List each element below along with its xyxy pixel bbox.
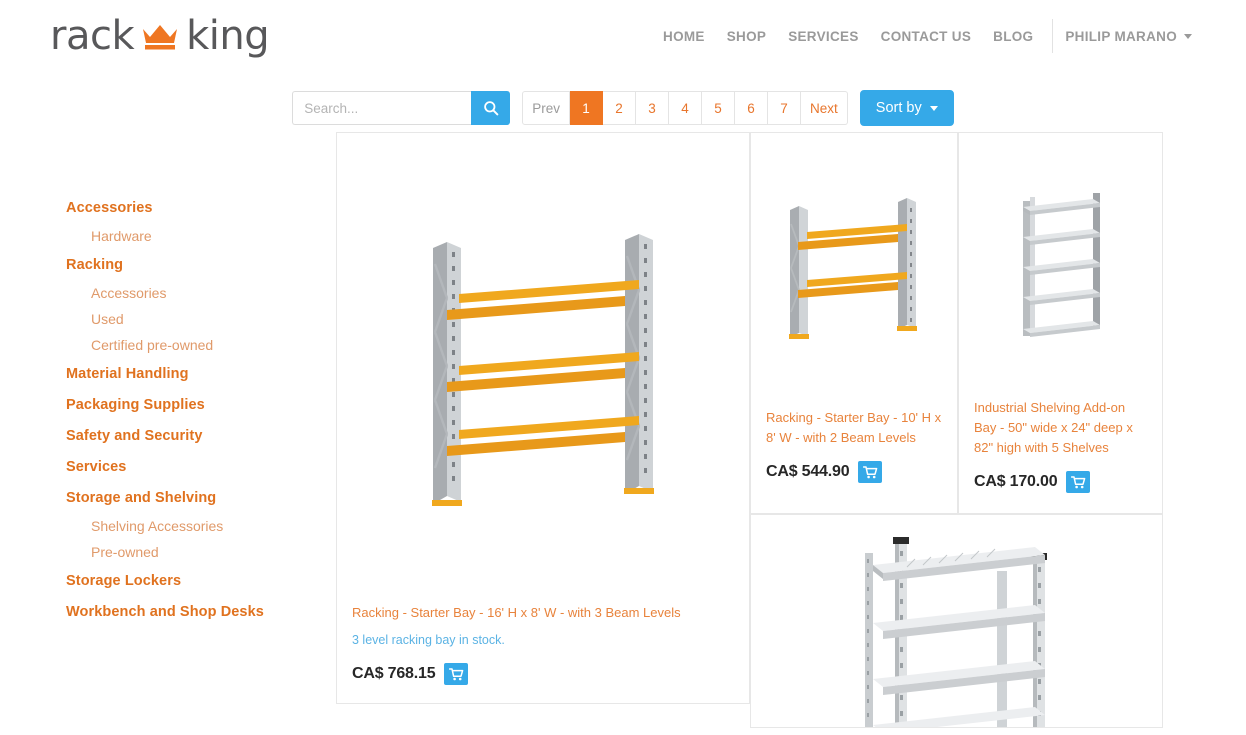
product-title[interactable]: Racking - Starter Bay - 16' H x 8' W - w… (352, 603, 734, 623)
site-logo[interactable]: rack king (50, 13, 270, 59)
nav-item-blog[interactable]: BLOG (982, 21, 1044, 52)
product-image-industrial-shelving-5-shelves[interactable] (959, 133, 1162, 398)
logo-word-rack: rack (50, 13, 135, 59)
sidebar-item-racking-used[interactable]: Used (66, 306, 336, 332)
product-title[interactable]: Racking - Starter Bay - 10' H x 8' W - w… (766, 408, 942, 448)
product-image-pallet-racking-3-levels[interactable] (337, 133, 749, 603)
product-image-pallet-racking-2-levels[interactable] (751, 133, 957, 408)
logo-word-king: king (186, 13, 270, 59)
search-icon (483, 101, 499, 116)
pagination-prev[interactable]: Prev (522, 91, 571, 125)
site-header: rack king HOME SHOP SERVICES CONTACT US … (0, 0, 1246, 72)
pagination-page-6[interactable]: 6 (735, 91, 769, 125)
product-info: Racking - Starter Bay - 16' H x 8' W - w… (337, 603, 749, 650)
sort-by-button[interactable]: Sort by (859, 90, 954, 126)
search-group (292, 91, 511, 125)
add-to-cart-button[interactable] (1066, 471, 1091, 493)
cart-icon (448, 667, 464, 680)
product-info: Industrial Shelving Add-on Bay - 50" wid… (959, 398, 1162, 458)
product-title[interactable]: Industrial Shelving Add-on Bay - 50" wid… (974, 398, 1147, 458)
pagination-next[interactable]: Next (801, 91, 848, 125)
shop-toolbar: Prev 1 2 3 4 5 6 7 Next Sort by (0, 84, 1246, 132)
pagination: Prev 1 2 3 4 5 6 7 Next (522, 91, 848, 125)
nav-item-services[interactable]: SERVICES (777, 21, 869, 52)
search-button[interactable] (471, 91, 511, 125)
product-card[interactable]: Racking - Starter Bay - 10' H x 8' W - w… (750, 132, 958, 514)
chevron-down-icon (929, 105, 938, 111)
sidebar-item-hardware[interactable]: Hardware (66, 223, 336, 249)
sidebar-item-workbench-shop-desks[interactable]: Workbench and Shop Desks (66, 596, 336, 627)
pagination-page-7[interactable]: 7 (768, 91, 802, 125)
search-input[interactable] (292, 91, 472, 125)
user-account-menu[interactable]: PHILIP MARANO (1059, 21, 1196, 52)
sidebar-item-material-handling[interactable]: Material Handling (66, 358, 336, 389)
sidebar-item-shelving-pre-owned[interactable]: Pre-owned (66, 539, 336, 565)
sidebar-item-safety-and-security[interactable]: Safety and Security (66, 420, 336, 451)
main-navigation: HOME SHOP SERVICES CONTACT US BLOG PHILI… (652, 19, 1196, 53)
product-card[interactable]: Industrial Shelving Add-on Bay - 50" wid… (958, 132, 1163, 514)
add-to-cart-button[interactable] (858, 461, 883, 483)
category-sidebar: Accessories Hardware Racking Accessories… (0, 132, 336, 728)
page-content: Accessories Hardware Racking Accessories… (0, 132, 1246, 728)
crown-icon (143, 25, 178, 50)
sidebar-item-racking[interactable]: Racking (66, 249, 336, 280)
sidebar-item-racking-accessories[interactable]: Accessories (66, 280, 336, 306)
sort-by-label: Sort by (875, 100, 922, 116)
product-price-row: CA$ 544.90 (751, 461, 957, 483)
pagination-page-4[interactable]: 4 (669, 91, 703, 125)
pagination-page-2[interactable]: 2 (603, 91, 637, 125)
chevron-down-icon (1184, 33, 1192, 39)
product-info: Racking - Starter Bay - 10' H x 8' W - w… (751, 408, 957, 448)
sidebar-item-packaging-supplies[interactable]: Packaging Supplies (66, 389, 336, 420)
cart-icon (862, 465, 878, 478)
product-image-galvanized-shelving-unit[interactable] (751, 515, 1162, 727)
sidebar-item-storage-lockers[interactable]: Storage Lockers (66, 565, 336, 596)
add-to-cart-button[interactable] (444, 663, 469, 685)
sidebar-item-accessories[interactable]: Accessories (66, 192, 336, 223)
nav-item-contact-us[interactable]: CONTACT US (870, 21, 983, 52)
pagination-page-3[interactable]: 3 (636, 91, 670, 125)
product-price-row: CA$ 768.15 (337, 663, 749, 685)
product-price: CA$ 544.90 (766, 463, 850, 480)
sidebar-item-storage-and-shelving[interactable]: Storage and Shelving (66, 482, 336, 513)
sidebar-item-services[interactable]: Services (66, 451, 336, 482)
cart-icon (1070, 475, 1086, 488)
nav-item-shop[interactable]: SHOP (716, 21, 777, 52)
product-description: 3 level racking bay in stock. (352, 633, 505, 647)
pagination-page-1[interactable]: 1 (570, 91, 604, 125)
sidebar-item-shelving-accessories[interactable]: Shelving Accessories (66, 513, 336, 539)
user-account-name: PHILIP MARANO (1065, 28, 1177, 44)
pagination-page-5[interactable]: 5 (702, 91, 736, 125)
nav-item-home[interactable]: HOME (652, 21, 716, 52)
sidebar-item-certified-pre-owned[interactable]: Certified pre-owned (66, 332, 336, 358)
nav-divider (1052, 19, 1054, 53)
product-card[interactable]: Racking - Starter Bay - 16' H x 8' W - w… (336, 132, 750, 704)
product-price-row: CA$ 170.00 (959, 471, 1162, 493)
product-grid: Racking - Starter Bay - 16' H x 8' W - w… (336, 132, 1163, 728)
product-price: CA$ 768.15 (352, 665, 436, 682)
product-price: CA$ 170.00 (974, 473, 1058, 490)
product-card[interactable] (750, 514, 1163, 728)
